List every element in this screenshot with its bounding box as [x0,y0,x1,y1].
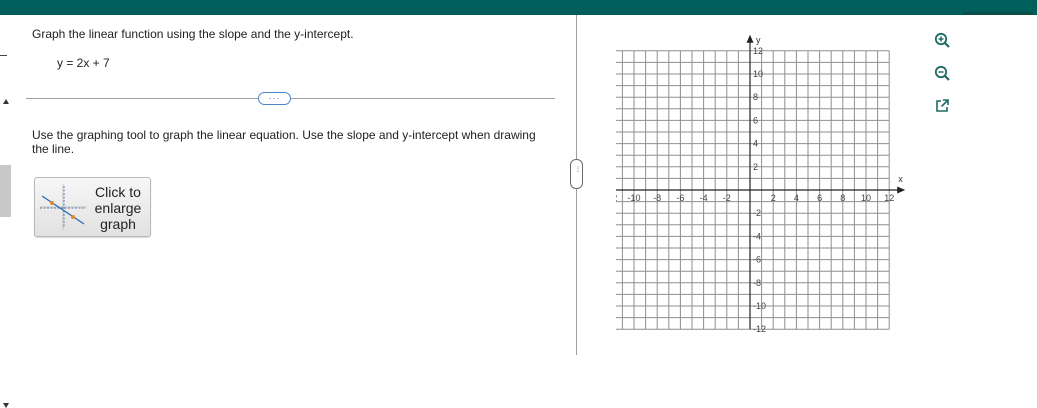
question-prompt: Use the graphing tool to graph the linea… [32,128,536,156]
zoom-out-icon [934,65,950,81]
left-scrollbar[interactable] [0,15,13,408]
y-tick-label: 12 [753,46,763,56]
y-tick-label: -8 [753,278,761,288]
x-tick-label: 2 [771,193,776,203]
scrollbar-dash [0,55,7,56]
scrollbar-thumb[interactable] [0,165,11,217]
y-tick-label: 8 [753,92,758,102]
enlarge-graph-label: Click to enlarge graph [94,184,142,232]
popout-icon [936,99,949,112]
panel-resize-handle[interactable]: ⋮ [570,159,583,189]
scroll-down-arrow-icon[interactable] [3,403,9,408]
x-tick-label: -4 [700,193,708,203]
more-button[interactable]: ··· [258,92,291,105]
question-instruction: Graph the linear function using the slop… [32,27,354,41]
handle-dots-icon: ⋮ [575,167,581,173]
enlarge-graph-button[interactable]: Click to enlarge graph [34,177,151,237]
top-bar-strip [963,12,1033,15]
x-tick-label: 8 [840,193,845,203]
coordinate-grid[interactable]: x y -12 -10 -8 -6 -4 -2 2 4 6 8 10 12 12 10 8 6 4 2 -2 -4 -6 -8… [616,28,926,348]
zoom-in-icon [934,32,950,48]
x-tick-label: 12 [884,193,894,203]
y-tick-label: -6 [753,255,761,265]
x-tick-label: 10 [861,193,871,203]
y-tick-label: 2 [753,162,758,172]
question-equation: y = 2x + 7 [57,56,110,70]
y-tick-label: -12 [753,324,766,334]
top-bar [0,0,1037,15]
graph-thumbnail-icon [40,184,86,230]
zoom-out-button[interactable] [932,63,952,83]
x-axis-label: x [898,174,903,184]
x-tick-label: -8 [653,193,661,203]
scroll-up-arrow-icon[interactable] [3,99,9,104]
y-tick-label: 4 [753,139,758,149]
y-tick-label: 10 [753,69,763,79]
x-tick-label: -12 [616,193,617,203]
popout-button[interactable] [932,96,952,116]
y-tick-label: -4 [753,231,761,241]
x-tick-label: -10 [627,193,640,203]
x-tick-label: -2 [723,193,731,203]
y-tick-label: -10 [753,301,766,311]
zoom-in-button[interactable] [932,30,952,50]
x-tick-label: -6 [676,193,684,203]
y-axis-arrow-icon [746,34,754,43]
y-tick-label: -2 [753,208,761,218]
y-tick-label: 6 [753,115,758,125]
y-axis-label: y [756,35,761,45]
x-tick-label: 4 [794,193,799,203]
x-tick-label: 6 [817,193,822,203]
x-axis-arrow-icon [897,186,906,194]
